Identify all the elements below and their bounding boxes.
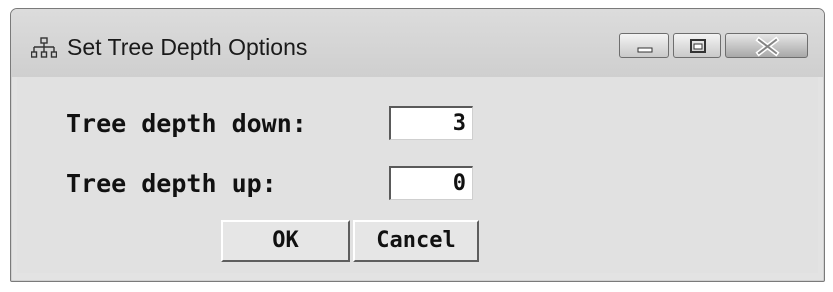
cancel-button[interactable]: Cancel	[353, 220, 479, 262]
dialog-window: Set Tree Depth Options Tree depth down: …	[10, 8, 825, 282]
tree-hierarchy-icon	[30, 37, 58, 61]
dialog-body: Tree depth down: 3 Tree depth up: 0 OK C…	[17, 77, 818, 273]
title-bar[interactable]: Set Tree Depth Options	[11, 9, 824, 77]
tree-depth-up-label: Tree depth up:	[66, 169, 277, 198]
ok-button[interactable]: OK	[221, 220, 350, 262]
tree-depth-down-input[interactable]: 3	[389, 106, 473, 140]
window-title: Set Tree Depth Options	[67, 34, 308, 60]
tree-depth-down-label: Tree depth down:	[66, 109, 307, 138]
minimize-button[interactable]	[619, 33, 669, 58]
maximize-button[interactable]	[673, 33, 721, 58]
tree-depth-up-input[interactable]: 0	[389, 166, 473, 200]
close-button[interactable]	[725, 33, 808, 58]
